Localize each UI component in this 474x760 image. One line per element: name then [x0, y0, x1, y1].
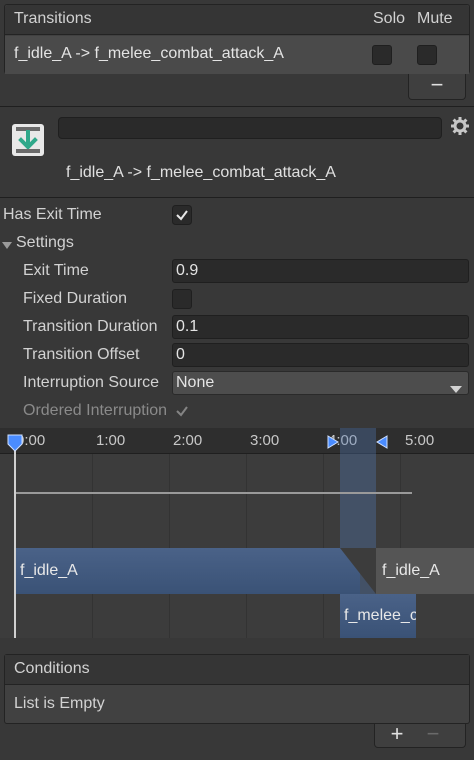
timeline-ruler[interactable]: 0:00 1:00 2:00 3:00 4:00 5:00 — [0, 428, 474, 454]
transitions-header: Transitions Solo Mute — [5, 5, 469, 35]
grid-line — [92, 454, 93, 638]
playhead-line — [14, 438, 16, 638]
transition-offset-label: Transition Offset — [23, 346, 140, 363]
remove-condition-button[interactable]: − — [420, 723, 446, 748]
transition-row[interactable]: f_idle_A -> f_melee_combat_attack_A — [5, 36, 469, 74]
add-condition-button[interactable]: + — [384, 723, 410, 748]
ordered-interruption-checkbox — [172, 401, 192, 421]
transition-duration-label: Transition Duration — [23, 318, 158, 335]
transition-end-marker-icon[interactable] — [376, 435, 388, 454]
interruption-source-dropdown[interactable]: None — [172, 371, 469, 395]
settings-label[interactable]: Settings — [16, 234, 74, 252]
tick-label: 1:00 — [96, 432, 126, 449]
has-exit-time-label: Has Exit Time — [3, 206, 102, 223]
transitions-list: Transitions Solo Mute f_idle_A -> f_mele… — [4, 4, 470, 74]
transitions-title: Transitions — [14, 10, 92, 27]
transition-icon — [10, 122, 46, 158]
tick-label: 2:00 — [173, 432, 203, 449]
divider — [0, 197, 474, 198]
source-state-label: f_idle_A — [20, 562, 78, 579]
transition-start-marker-icon[interactable] — [327, 435, 339, 454]
fixed-duration-label: Fixed Duration — [23, 290, 128, 307]
transition-duration-field[interactable]: 0.1 — [172, 315, 469, 339]
conditions-title: Conditions — [14, 660, 90, 677]
tick-label: 3:00 — [250, 432, 280, 449]
weight-curve-line — [16, 492, 412, 494]
solo-column-label: Solo — [373, 10, 406, 27]
conditions-header: Conditions — [5, 655, 469, 685]
transition-timeline[interactable]: 0:00 1:00 2:00 3:00 4:00 5:00 f_idle_A f… — [0, 428, 474, 638]
transition-title: f_idle_A -> f_melee_combat_attack_A — [66, 164, 336, 181]
chevron-down-icon — [450, 379, 462, 401]
grid-line — [323, 454, 324, 638]
transition-row-label: f_idle_A -> f_melee_combat_attack_A — [14, 45, 284, 62]
ordered-interruption-label: Ordered Interruption — [23, 402, 168, 419]
conditions-empty-text: List is Empty — [14, 695, 105, 712]
conditions-list: Conditions List is Empty — [4, 654, 470, 724]
transition-fade-shape — [340, 548, 376, 599]
transition-offset-field[interactable]: 0 — [172, 343, 469, 367]
transition-name-field[interactable] — [58, 117, 442, 139]
gear-icon[interactable] — [451, 117, 469, 135]
grid-line — [169, 454, 170, 638]
divider — [0, 106, 474, 107]
remove-transition-button[interactable]: − — [408, 74, 466, 100]
playhead-marker-icon[interactable] — [7, 434, 23, 457]
tick-label: 5:00 — [405, 432, 435, 449]
grid-line — [246, 454, 247, 638]
exit-time-field[interactable]: 0.9 — [172, 259, 469, 283]
has-exit-time-checkbox[interactable] — [172, 205, 192, 225]
source-state-repeat-label: f_idle_A — [382, 562, 440, 579]
mute-checkbox[interactable] — [417, 45, 437, 65]
mute-column-label: Mute — [417, 10, 453, 27]
target-state-clip[interactable]: f_melee_combat_attack_A — [340, 594, 416, 638]
interruption-source-value: None — [176, 374, 215, 391]
source-state-repeat-clip: f_idle_A — [376, 548, 474, 594]
interruption-source-label: Interruption Source — [23, 374, 160, 391]
target-state-label: f_melee_combat_attack_A — [344, 607, 416, 624]
source-state-clip: f_idle_A — [16, 548, 360, 594]
solo-checkbox[interactable] — [372, 45, 392, 65]
fixed-duration-checkbox[interactable] — [172, 289, 192, 309]
exit-time-label: Exit Time — [23, 262, 89, 279]
settings-foldout-arrow[interactable] — [2, 238, 12, 256]
